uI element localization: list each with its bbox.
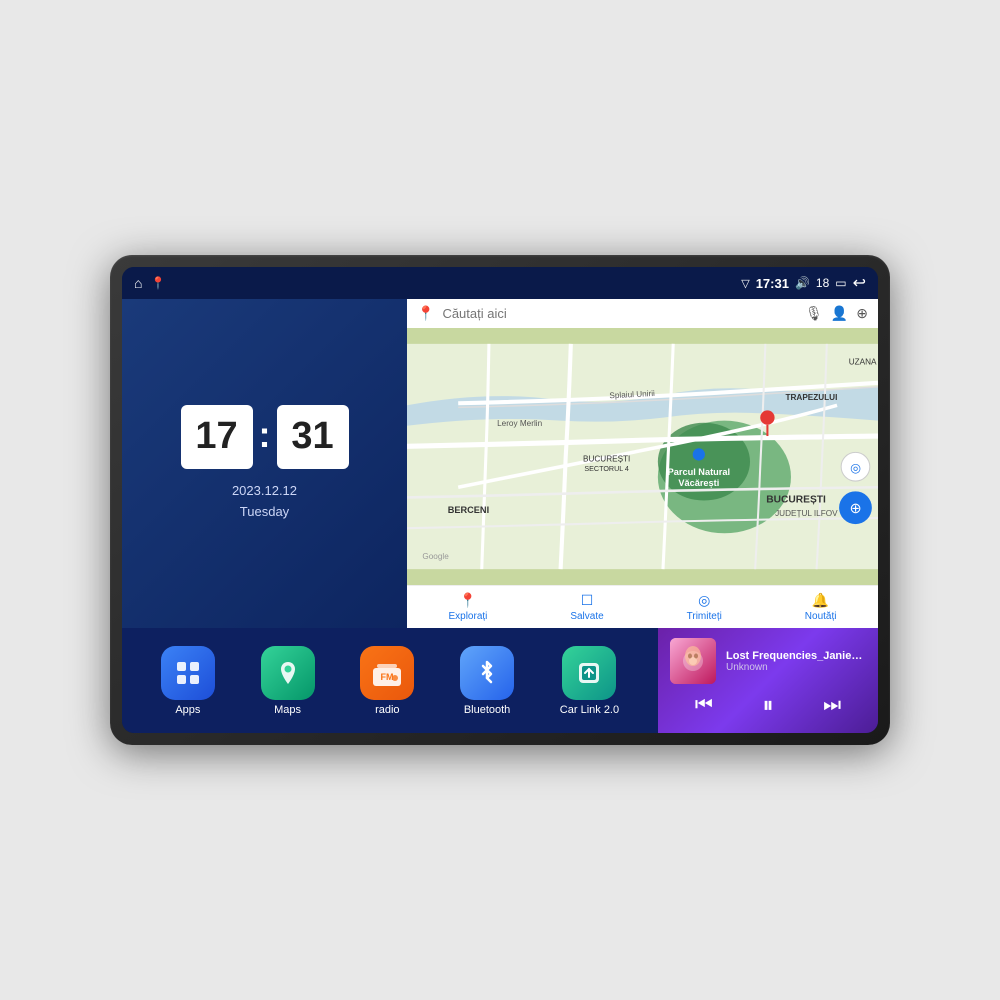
carlink-label: Car Link 2.0 [560,704,619,716]
music-controls: ⏮ ⏸ ⏭ [670,690,866,720]
music-info: Lost Frequencies_Janieck Devy-... Unknow… [726,650,866,673]
bluetooth-label: Bluetooth [464,704,510,716]
radio-label: radio [375,704,399,716]
svg-text:BUCUREȘTI: BUCUREȘTI [766,495,826,506]
svg-text:Văcărești: Văcărești [678,478,719,488]
svg-text:⊕: ⊕ [849,501,861,517]
account-icon[interactable]: 👤 [831,305,848,322]
app-item-bluetooth[interactable]: Bluetooth [460,646,514,716]
send-label: Trimiteți [687,611,722,622]
music-top: Lost Frequencies_Janieck Devy-... Unknow… [670,638,866,684]
svg-text:JUDEȚUL ILFOV: JUDEȚUL ILFOV [775,509,838,518]
map-search-bar[interactable]: 📍 🎙 👤 ⊕ [407,299,878,328]
carlink-svg-icon [574,658,604,688]
explore-icon: 📍 [459,592,476,609]
music-next-button[interactable]: ⏭ [815,692,849,719]
main-content: 17 : 31 2023.12.12 Tuesday 📍 [122,299,878,733]
music-player: Lost Frequencies_Janieck Devy-... Unknow… [658,628,878,733]
app-item-radio[interactable]: FM radio [360,646,414,716]
clock-hours: 17 [181,405,253,469]
back-icon[interactable]: ↩ [853,273,866,293]
bluetooth-icon [460,646,514,700]
device-frame: ⌂ 📍 ▽ 17:31 🔊 18 ▭ ↩ 17 : [110,255,890,745]
map-body[interactable]: ⊕ ◎ Parcul Natural Văcărești BUCUREȘTI J [407,328,878,585]
map-bottom-bar: 📍 Explorați ☐ Salvate ◎ Trimiteți 🔔 [407,585,878,628]
radio-icon: FM [360,646,414,700]
app-item-carlink[interactable]: Car Link 2.0 [560,646,619,716]
bottom-section: Apps Maps [122,628,878,733]
clock-date: 2023.12.12 Tuesday [232,481,297,523]
map-search-icons: 🎙 👤 ⊕ [805,305,868,322]
status-left: ⌂ 📍 [134,275,165,291]
clock-widget: 17 : 31 2023.12.12 Tuesday [122,299,407,628]
apps-svg-icon [173,658,203,688]
svg-text:Parcul Natural: Parcul Natural [668,467,730,477]
radio-svg-icon: FM [370,658,404,688]
svg-text:BERCENI: BERCENI [448,505,489,515]
apps-label: Apps [175,704,200,716]
send-icon: ◎ [698,592,710,609]
maps-status-icon[interactable]: 📍 [150,276,165,290]
carlink-icon [562,646,616,700]
apps-icon [161,646,215,700]
status-time: 17:31 [756,276,789,291]
svg-text:◎: ◎ [850,461,861,475]
svg-text:Leroy Merlin: Leroy Merlin [497,419,542,428]
music-title: Lost Frequencies_Janieck Devy-... [726,650,866,662]
explore-label: Explorați [448,611,487,622]
maps-label: Maps [274,704,301,716]
map-nav-news[interactable]: 🔔 Noutăți [805,592,837,622]
layers-icon[interactable]: ⊕ [856,305,868,322]
status-bar: ⌂ 📍 ▽ 17:31 🔊 18 ▭ ↩ [122,267,878,299]
maps-svg-icon [273,658,303,688]
music-album-art [670,638,716,684]
battery-icon: ▭ [835,276,846,290]
top-section: 17 : 31 2023.12.12 Tuesday 📍 [122,299,878,628]
apps-section: Apps Maps [122,628,658,733]
mic-icon[interactable]: 🎙 [805,305,823,322]
news-icon: 🔔 [812,592,829,609]
svg-text:FM: FM [381,672,394,682]
music-prev-button[interactable]: ⏮ [687,692,721,719]
device-screen: ⌂ 📍 ▽ 17:31 🔊 18 ▭ ↩ 17 : [122,267,878,733]
svg-text:BUCUREȘTI: BUCUREȘTI [583,455,630,464]
clock-minutes: 31 [277,405,349,469]
clock-display: 17 : 31 [181,405,349,469]
music-play-button[interactable]: ⏸ [754,690,781,720]
saved-icon: ☐ [581,592,594,609]
maps-icon [261,646,315,700]
volume-level: 18 [816,276,829,290]
bluetooth-svg-icon [472,658,502,688]
music-artist: Unknown [726,662,866,673]
signal-icon: ▽ [741,277,749,290]
status-right: ▽ 17:31 🔊 18 ▭ ↩ [741,273,866,293]
clock-colon: : [259,414,271,456]
album-art-svg [670,638,716,684]
map-nav-saved[interactable]: ☐ Salvate [570,592,603,622]
home-icon[interactable]: ⌂ [134,275,142,291]
svg-text:UZANA: UZANA [849,357,877,366]
map-nav-send[interactable]: ◎ Trimiteți [687,592,722,622]
app-item-apps[interactable]: Apps [161,646,215,716]
map-widget[interactable]: 📍 🎙 👤 ⊕ [407,299,878,628]
news-label: Noutăți [805,611,837,622]
map-pin-icon: 📍 [417,305,434,322]
map-search-input[interactable] [442,306,797,321]
svg-text:TRAPEZULUI: TRAPEZULUI [786,393,838,402]
map-nav-explore[interactable]: 📍 Explorați [448,592,487,622]
app-item-maps[interactable]: Maps [261,646,315,716]
volume-icon: 🔊 [795,276,810,290]
svg-text:Google: Google [422,552,449,561]
saved-label: Salvate [570,611,603,622]
svg-text:SECTORUL 4: SECTORUL 4 [584,465,629,473]
